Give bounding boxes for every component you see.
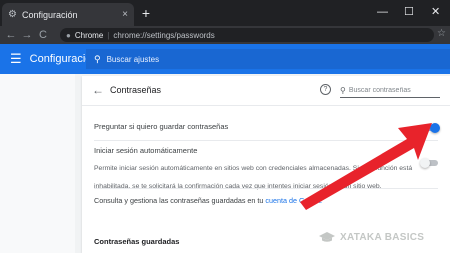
settings-header: ☰ Configuración ⚲ [0,44,450,74]
manage-text: Consulta y gestiona las contraseñas guar… [94,196,266,205]
url-text[interactable]: chrome://settings/passwords [113,31,214,40]
divider [94,188,438,189]
page-title: Contraseñas [110,85,162,95]
maximize-button[interactable]: ☐ [404,5,414,19]
google-account-link[interactable]: cuenta de Google [265,196,322,205]
new-tab-button[interactable]: + [138,5,154,21]
saved-passwords-heading: Contraseñas guardadas [94,237,180,246]
gear-icon: ⚙ [8,9,17,20]
sidebar [0,74,75,253]
manage-passwords-text: Consulta y gestiona las contraseñas guar… [94,196,322,205]
offer-save-row: Preguntar si quiero guardar contraseñas [82,118,450,138]
menu-icon[interactable]: ☰ [10,51,22,67]
autosignin-label: Iniciar sesión automáticamente [94,146,198,155]
back-arrow-icon[interactable]: ← [92,83,104,97]
passwords-header: ← Contraseñas ? ⚲ [82,76,450,106]
password-search-input[interactable] [348,87,435,94]
password-search[interactable]: ⚲ [340,84,440,98]
settings-search-input[interactable] [106,54,407,64]
tab-strip: ⚙ Configuración × + — ☐ ✕ [0,0,450,26]
tab-settings[interactable]: ⚙ Configuración × [2,3,134,26]
passwords-card: ← Contraseñas ? ⚲ Preguntar si quiero gu… [82,76,450,253]
site-chip: Chrome [74,30,104,40]
search-icon: ⚲ [94,53,101,64]
autosignin-description: Permite iniciar sesión automáticamente e… [94,165,413,190]
autosignin-toggle[interactable] [420,158,440,168]
watermark: XATAKA BASICS [318,231,424,243]
watermark-text: XATAKA BASICS [340,231,425,243]
help-icon[interactable]: ? [320,84,331,95]
offer-save-label: Preguntar si quiero guardar contraseñas [94,122,229,131]
close-window-button[interactable]: ✕ [431,5,440,19]
graduation-cap-icon [319,232,335,242]
reload-button[interactable]: C [35,29,51,41]
site-info-icon[interactable]: ● [66,31,71,40]
toolbar: ← → C ● Chrome | chrome://settings/passw… [0,26,450,44]
address-bar[interactable]: ● Chrome | chrome://settings/passwords [60,28,434,42]
toggle-knob [430,123,440,133]
minimize-button[interactable]: — [377,5,388,19]
bookmark-star-icon[interactable]: ☆ [437,28,446,39]
browser-window: ⚙ Configuración × + — ☐ ✕ ← → C ● Chrome… [0,0,450,253]
main-content: ← Contraseñas ? ⚲ Preguntar si quiero gu… [0,74,450,253]
omnibox-separator: | [107,30,110,40]
tab-close-icon[interactable]: × [122,9,128,20]
forward-button[interactable]: → [19,29,35,41]
tab-title: Configuración [21,9,78,20]
divider [94,140,438,141]
offer-save-toggle[interactable] [420,123,440,133]
toggle-knob [420,158,430,168]
settings-search[interactable]: ⚲ [86,49,450,69]
autosignin-row: Iniciar sesión automáticamente Permite i… [94,146,414,193]
back-button[interactable]: ← [3,29,19,41]
search-icon: ⚲ [340,86,346,95]
